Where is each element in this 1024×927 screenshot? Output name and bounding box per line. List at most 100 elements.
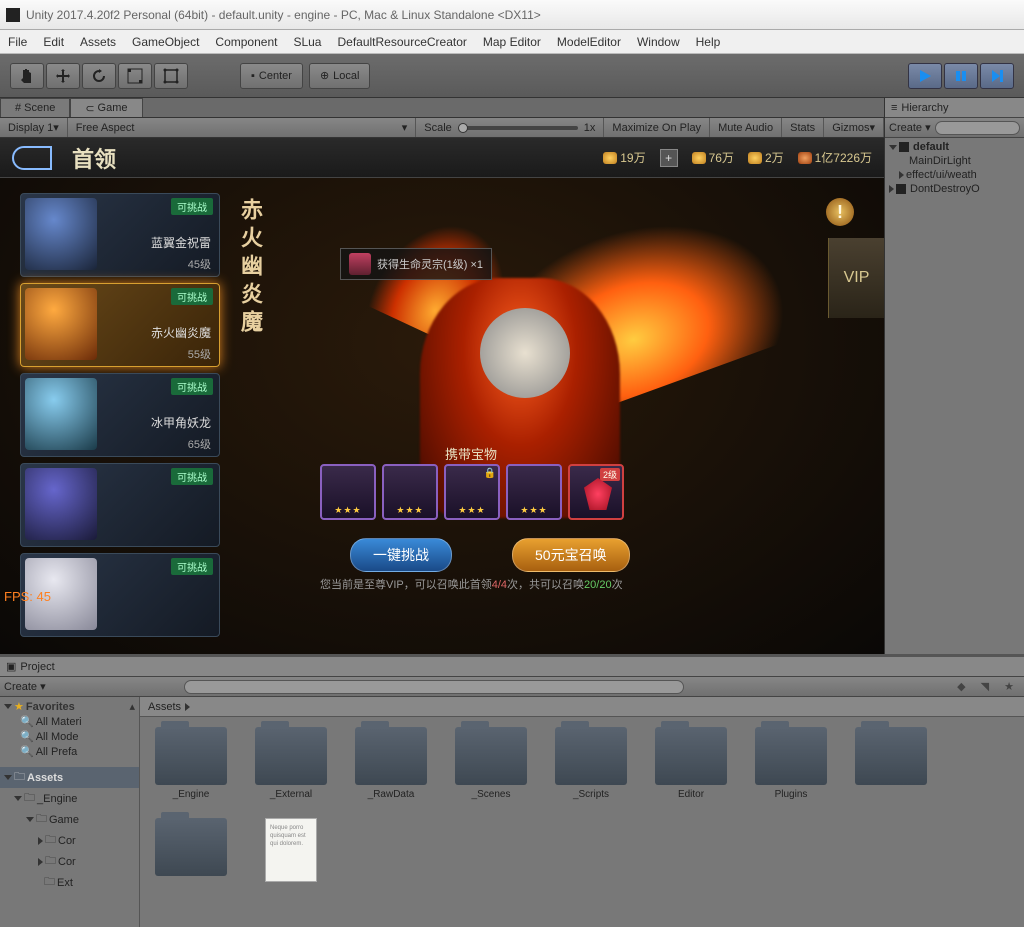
menu-modeleditor[interactable]: ModelEditor <box>557 35 621 49</box>
item-tooltip: 获得生命灵宗(1级) ×1 <box>340 248 492 280</box>
boss-card-selected[interactable]: 可挑战赤火幽炎魔55级 <box>20 283 220 367</box>
asset-grid: _Engine _External _RawData _Scenes _Scri… <box>140 717 1024 927</box>
folder-item[interactable] <box>850 727 932 800</box>
step-button[interactable] <box>980 63 1014 89</box>
file-item[interactable]: Neque porro quisquam est qui dolorem. <box>250 818 332 882</box>
aspect-dropdown[interactable]: Free Aspect▾ <box>68 118 416 137</box>
unity-scene-icon <box>899 142 909 152</box>
tab-game[interactable]: ⊂ Game <box>70 98 142 117</box>
project-tab[interactable]: ▣ Project <box>0 657 1024 677</box>
view-tabs: # Scene ⊂ Game <box>0 98 884 118</box>
item-icon <box>349 253 371 275</box>
alert-icon[interactable]: ! <box>826 198 854 226</box>
unity-scene-icon <box>896 184 906 194</box>
folder-item[interactable]: Plugins <box>750 727 832 800</box>
folder-item[interactable]: Editor <box>650 727 732 800</box>
menu-help[interactable]: Help <box>696 35 721 49</box>
menu-slua[interactable]: SLua <box>293 35 321 49</box>
project-search-input[interactable] <box>184 680 684 694</box>
hand-tool-button[interactable] <box>10 63 44 89</box>
tree-folder[interactable]: 🗀 Game <box>0 809 139 830</box>
menu-defaultresourcecreator[interactable]: DefaultResourceCreator <box>337 35 466 49</box>
move-tool-button[interactable] <box>46 63 80 89</box>
summon-tip: 您当前是至尊VIP，可以召唤此首领4/4次，共可以召唤20/20次 <box>320 576 623 592</box>
boss-list: 可挑战蓝翼金祝雷45级 可挑战赤火幽炎魔55级 可挑战冰甲角妖龙65级 可挑战 … <box>20 193 220 637</box>
treasure-slot[interactable]: ★★★ <box>506 464 562 520</box>
pivot-center-button[interactable]: ▪ Center <box>240 63 303 89</box>
currency-4: 1亿7226万 <box>798 149 872 166</box>
tab-scene[interactable]: # Scene <box>0 98 70 117</box>
scale-slider[interactable] <box>458 126 578 130</box>
game-title: 首领 <box>72 142 116 174</box>
assets-root[interactable]: 🗀 Assets <box>0 767 139 788</box>
folder-item[interactable]: _External <box>250 727 332 800</box>
game-view[interactable]: 首领 19万 + 76万 2万 1亿7226万 可挑战蓝翼金祝雷45级 可挑战赤… <box>0 138 884 654</box>
maximize-toggle[interactable]: Maximize On Play <box>604 118 710 137</box>
project-create-dropdown[interactable]: Create ▾ <box>4 680 46 693</box>
challenge-button[interactable]: 一键挑战 <box>350 538 452 572</box>
menu-window[interactable]: Window <box>637 35 680 49</box>
summon-button[interactable]: 50元宝召唤 <box>512 538 630 572</box>
hierarchy-scene[interactable]: default <box>885 140 1024 154</box>
hierarchy-panel: ≡ Hierarchy Create ▾ default MainDirLigh… <box>884 98 1024 654</box>
play-button[interactable] <box>908 63 942 89</box>
folder-item[interactable] <box>150 818 232 882</box>
pivot-local-button[interactable]: ⊕ Local <box>309 63 371 89</box>
folder-item[interactable]: _Engine <box>150 727 232 800</box>
tree-folder[interactable]: 🗀 _Engine <box>0 788 139 809</box>
hierarchy-tab[interactable]: ≡ Hierarchy <box>885 98 1024 118</box>
tree-folder[interactable]: 🗀 Cor <box>0 851 139 872</box>
favorites-header[interactable]: ★ Favorites▴ <box>0 699 139 714</box>
treasure-slot-locked[interactable]: 🔒★★★ <box>444 464 500 520</box>
stats-toggle[interactable]: Stats <box>782 118 824 137</box>
gem-icon <box>584 478 612 510</box>
boss-card[interactable]: 可挑战冰甲角妖龙65级 <box>20 373 220 457</box>
project-tree: ★ Favorites▴ 🔍 All Materi 🔍 All Mode 🔍 A… <box>0 697 140 927</box>
folder-icon <box>355 727 427 785</box>
project-panel: ▣ Project Create ▾ ◆ ◥ ★ ★ Favorites▴ 🔍 … <box>0 654 1024 927</box>
favorite-item[interactable]: 🔍 All Prefa <box>0 744 139 759</box>
hierarchy-item[interactable]: DontDestroyO <box>885 182 1024 196</box>
vip-button[interactable]: VIP <box>828 238 884 318</box>
menu-file[interactable]: File <box>8 35 27 49</box>
treasure-slot[interactable]: ★★★ <box>320 464 376 520</box>
favorite-item[interactable]: 🔍 All Mode <box>0 729 139 744</box>
rotate-tool-button[interactable] <box>82 63 116 89</box>
gizmos-dropdown[interactable]: Gizmos ▾ <box>824 118 884 137</box>
boss-card[interactable]: 可挑战 <box>20 463 220 547</box>
rect-tool-button[interactable] <box>154 63 188 89</box>
project-view-icons[interactable]: ◆ ◥ ★ <box>957 680 1020 693</box>
folder-item[interactable]: _Scripts <box>550 727 632 800</box>
favorite-item[interactable]: 🔍 All Materi <box>0 714 139 729</box>
hierarchy-item[interactable]: effect/ui/weath <box>885 168 1024 182</box>
hierarchy-search-input[interactable] <box>935 121 1020 135</box>
menu-gameobject[interactable]: GameObject <box>132 35 199 49</box>
folder-icon <box>855 727 927 785</box>
add-currency-button[interactable]: + <box>660 149 678 167</box>
hierarchy-item[interactable]: MainDirLight <box>885 154 1024 168</box>
tree-folder[interactable]: 🗀 Cor <box>0 830 139 851</box>
pause-button[interactable] <box>944 63 978 89</box>
treasure-slot[interactable]: 2级 <box>568 464 624 520</box>
hierarchy-create-dropdown[interactable]: Create ▾ <box>889 121 931 134</box>
folder-icon <box>155 727 227 785</box>
folder-item[interactable]: _RawData <box>350 727 432 800</box>
folder-icon <box>555 727 627 785</box>
lock-icon: 🔒 <box>484 468 496 479</box>
window-title: Unity 2017.4.20f2 Personal (64bit) - def… <box>26 8 541 22</box>
folder-item[interactable]: _Scenes <box>450 727 532 800</box>
menu-mapeditor[interactable]: Map Editor <box>483 35 541 49</box>
mute-toggle[interactable]: Mute Audio <box>710 118 782 137</box>
breadcrumb[interactable]: Assets <box>140 697 1024 717</box>
tree-folder[interactable]: 🗀 Ext <box>0 872 139 893</box>
treasure-row: ★★★ ★★★ 🔒★★★ ★★★ 2级 <box>320 464 624 520</box>
menu-edit[interactable]: Edit <box>43 35 64 49</box>
menu-component[interactable]: Component <box>215 35 277 49</box>
boss-card[interactable]: 可挑战蓝翼金祝雷45级 <box>20 193 220 277</box>
currency-gold: 19万 <box>603 149 645 166</box>
menu-assets[interactable]: Assets <box>80 35 116 49</box>
treasure-slot[interactable]: ★★★ <box>382 464 438 520</box>
display-dropdown[interactable]: Display 1 ▾ <box>0 118 68 137</box>
scale-tool-button[interactable] <box>118 63 152 89</box>
folder-icon <box>255 727 327 785</box>
